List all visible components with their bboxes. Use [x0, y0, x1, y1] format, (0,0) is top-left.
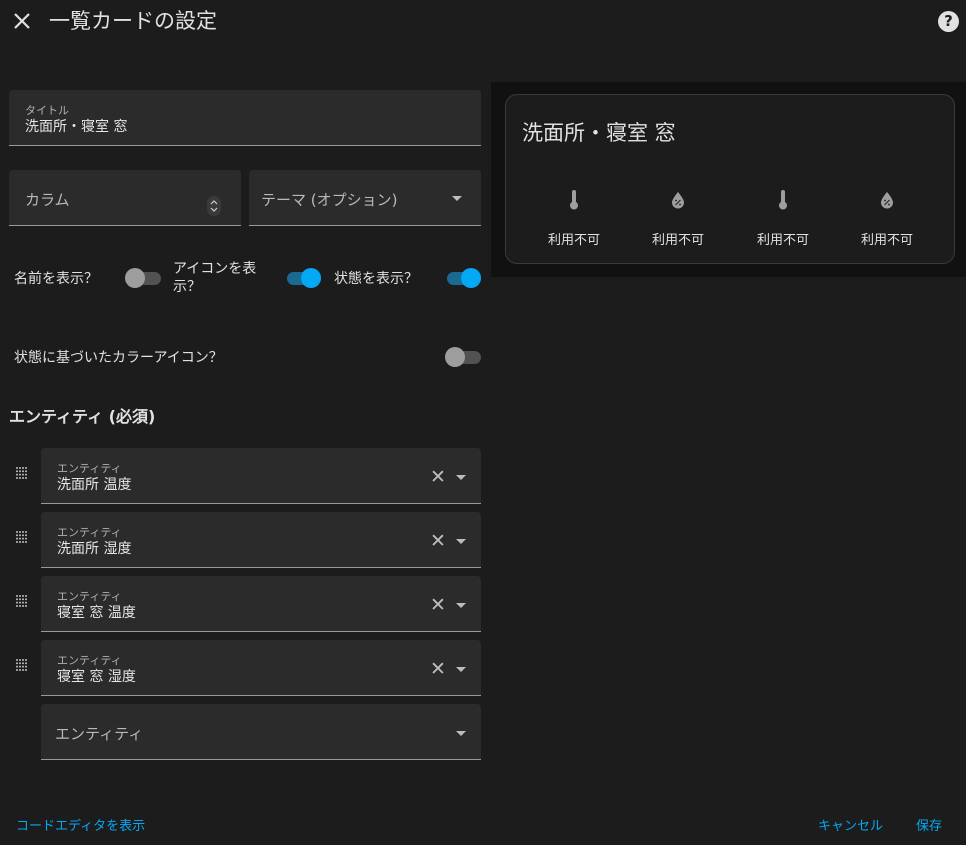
clear-icon[interactable]: ✕ — [430, 467, 446, 487]
title-field[interactable]: タイトル 洗面所・寝室 窓 — [9, 90, 481, 146]
columns-field[interactable]: カラム — [9, 170, 241, 226]
show-name-toggle[interactable] — [125, 267, 161, 289]
chevron-down-icon[interactable] — [456, 475, 466, 480]
entity-picker-value: 洗面所 温度 — [57, 477, 132, 493]
close-button[interactable] — [11, 10, 33, 32]
clear-icon[interactable]: ✕ — [430, 659, 446, 679]
entity-picker-value: 寝室 窓 湿度 — [57, 669, 136, 685]
entity-picker[interactable]: エンティティ 洗面所 温度 ✕ — [41, 448, 481, 504]
drag-handle-icon[interactable] — [15, 593, 27, 607]
show-code-editor-button[interactable]: コードエディタを表示 — [16, 815, 145, 834]
theme-select[interactable]: テーマ (オプション) — [249, 170, 481, 226]
chevron-down-icon[interactable] — [456, 603, 466, 608]
columns-placeholder: カラム — [25, 191, 70, 209]
entity-state: 利用不可 — [547, 233, 600, 248]
entity-picker[interactable]: エンティティ 寝室 窓 湿度 ✕ — [41, 640, 481, 696]
entity-picker[interactable]: エンティティ 洗面所 湿度 ✕ — [41, 512, 481, 568]
show-state-toggle[interactable] — [445, 267, 481, 289]
dialog-title: 一覧カードの設定 — [49, 9, 217, 33]
thermometer-icon — [567, 189, 581, 215]
entity-state: 利用不可 — [651, 233, 704, 248]
entity-picker-value: 寝室 窓 温度 — [57, 605, 136, 621]
show-icon-label: アイコンを表示？ — [173, 261, 257, 295]
entity-state: 利用不可 — [756, 233, 809, 248]
help-button[interactable]: ? — [938, 11, 959, 32]
chevron-down-icon[interactable] — [456, 731, 466, 736]
entity-picker[interactable]: エンティティ 寝室 窓 温度 ✕ — [41, 576, 481, 632]
show-icon-toggle[interactable] — [285, 267, 321, 289]
add-entity-placeholder: エンティティ — [55, 725, 144, 743]
add-entity-picker[interactable]: エンティティ — [41, 704, 481, 760]
chevron-down-icon[interactable] — [456, 667, 466, 672]
drag-handle-icon[interactable] — [15, 529, 27, 543]
state-color-toggle[interactable] — [445, 346, 481, 368]
clear-icon[interactable]: ✕ — [430, 595, 446, 615]
entity-picker-value: 洗面所 湿度 — [57, 541, 132, 557]
water-percent-icon — [671, 191, 685, 213]
water-percent-icon — [880, 191, 894, 213]
entity-state: 利用不可 — [860, 233, 913, 248]
chevron-down-icon[interactable] — [456, 539, 466, 544]
theme-placeholder: テーマ (オプション) — [261, 191, 398, 209]
close-icon — [14, 13, 30, 29]
drag-handle-icon[interactable] — [15, 465, 27, 479]
save-button[interactable]: 保存 — [916, 815, 942, 834]
chevron-down-icon — [452, 196, 462, 201]
clear-icon[interactable]: ✕ — [430, 531, 446, 551]
title-field-value: 洗面所・寝室 窓 — [25, 119, 128, 135]
drag-handle-icon[interactable] — [15, 657, 27, 671]
help-icon: ? — [944, 12, 953, 30]
stepper-icon[interactable] — [207, 196, 221, 216]
entities-section-title: エンティティ (必須) — [9, 407, 156, 426]
show-name-label: 名前を表示？ — [14, 271, 98, 287]
state-color-label: 状態に基づいたカラーアイコン？ — [14, 350, 223, 366]
thermometer-icon — [776, 189, 790, 215]
card-title: 洗面所・寝室 窓 — [522, 121, 676, 145]
show-state-label: 状態を表示？ — [334, 271, 418, 287]
cancel-button[interactable]: キャンセル — [818, 815, 883, 834]
